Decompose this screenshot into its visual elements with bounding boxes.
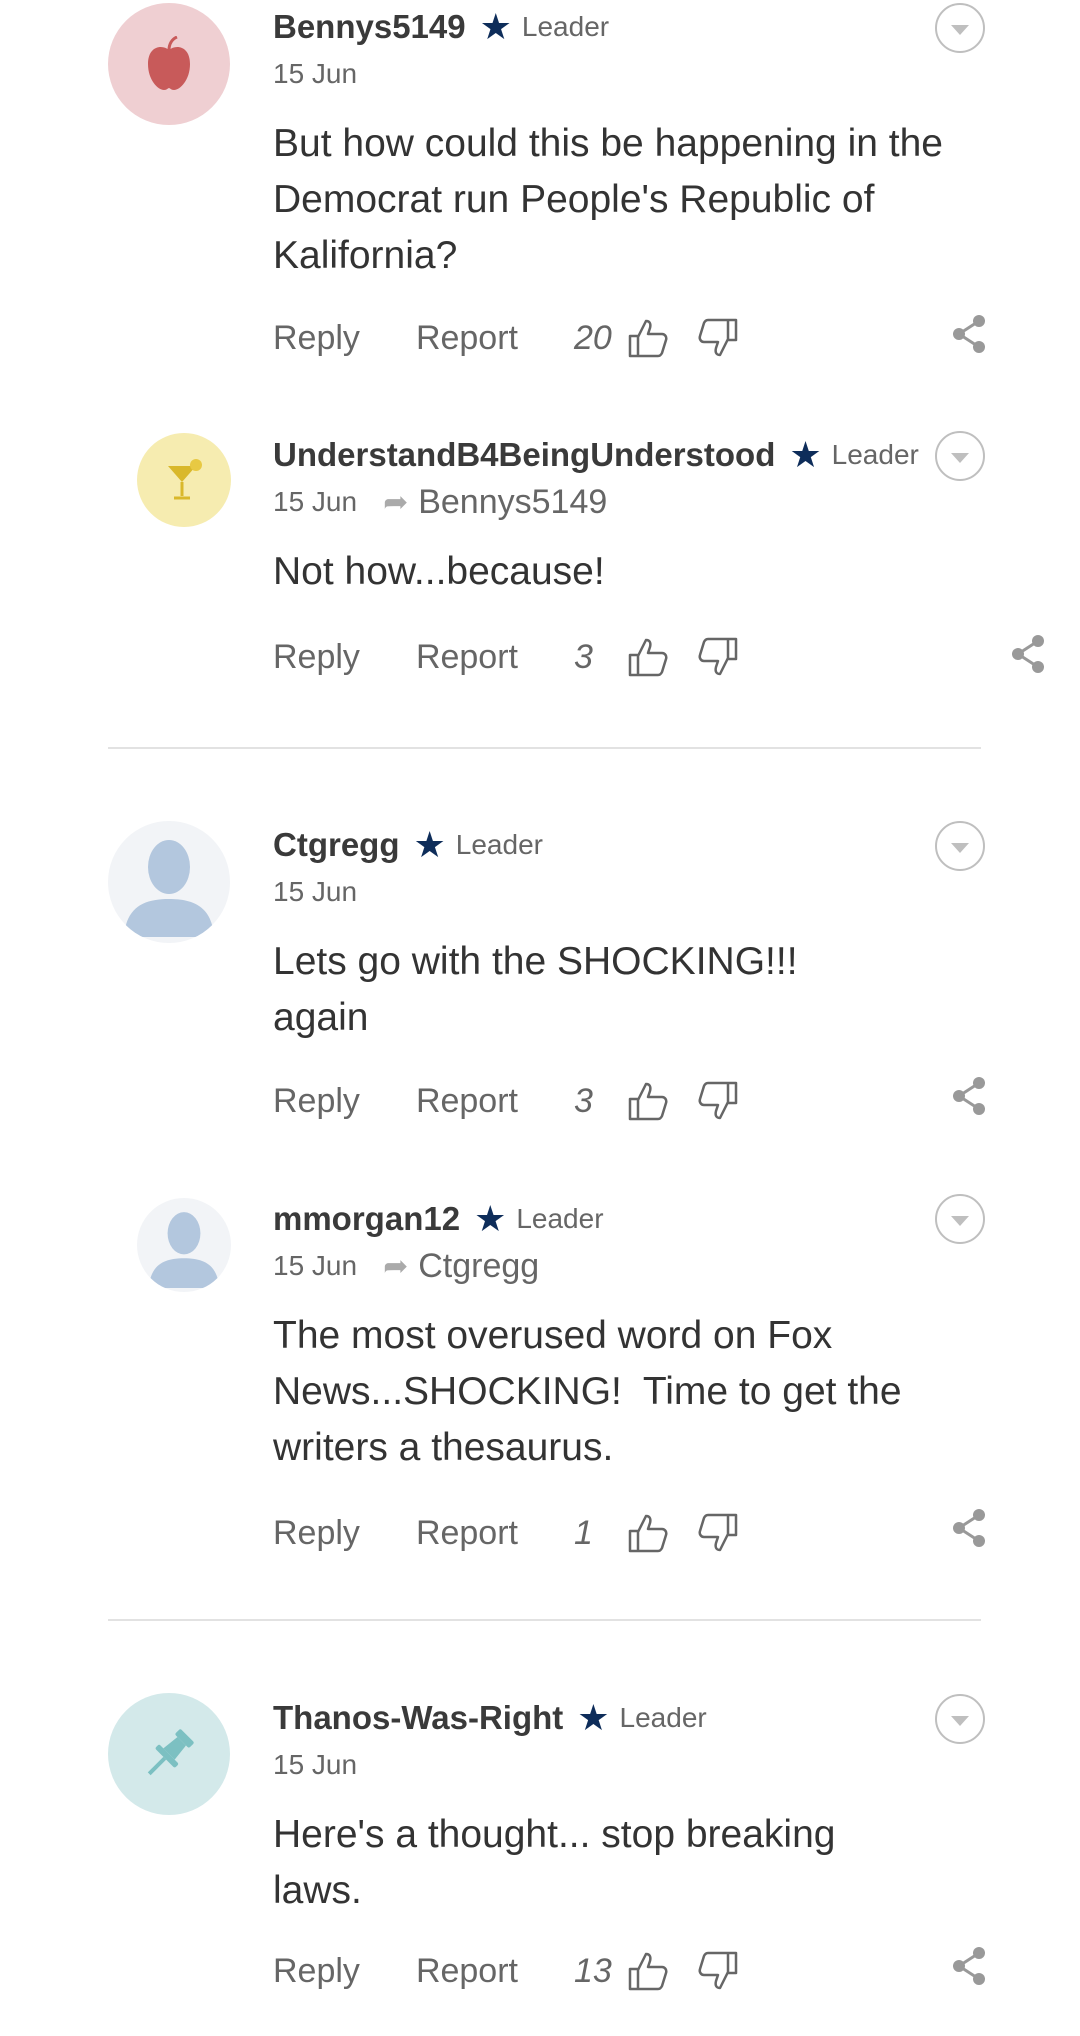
comment-text: But how could this be happening in the D…: [273, 122, 943, 277]
avatar[interactable]: [137, 1198, 231, 1292]
person-silhouette-icon: [148, 1212, 220, 1288]
comment-menu-button[interactable]: [935, 821, 985, 871]
comment-meta: 15 Jun ➦ Ctgregg: [273, 1246, 990, 1286]
share-icon[interactable]: [951, 314, 987, 354]
comment-actions: Reply Report 20: [273, 313, 766, 363]
thread-divider: [108, 1619, 981, 1621]
comment-actions: Reply Report 13: [273, 1946, 766, 1996]
thumbs-down-icon[interactable]: [696, 1079, 740, 1123]
comment-text: Here's a thought... stop breaking laws.: [273, 1813, 836, 1912]
comment-date: 15 Jun: [273, 1250, 358, 1281]
avatar[interactable]: [137, 433, 231, 527]
reply-button[interactable]: Reply: [273, 1082, 360, 1121]
report-button[interactable]: Report: [416, 638, 518, 677]
star-icon: ★: [479, 6, 512, 47]
like-count: 1: [574, 1513, 593, 1552]
thumbs-down-icon[interactable]: [696, 1949, 740, 1993]
person-silhouette-icon: [124, 840, 214, 937]
username[interactable]: Bennys5149: [273, 8, 466, 46]
user-role-badge: Leader: [619, 1702, 707, 1733]
comment-meta: 15 Jun: [273, 54, 990, 94]
comment-text: Not how...because!: [273, 550, 605, 593]
apple-icon: [148, 36, 190, 90]
cocktail-icon: [168, 459, 202, 500]
report-button[interactable]: Report: [416, 1514, 518, 1553]
chevron-down-icon: [951, 453, 969, 463]
comment-header: UnderstandB4BeingUnderstood ★ Leader: [273, 430, 990, 480]
reply-button[interactable]: Reply: [273, 638, 360, 677]
share-icon[interactable]: [951, 1946, 987, 1986]
like-count: 3: [574, 637, 593, 676]
comment-meta: 15 Jun: [273, 1745, 990, 1785]
username[interactable]: mmorgan12: [273, 1200, 460, 1238]
reply-to-user[interactable]: Bennys5149: [418, 483, 607, 522]
comment-date: 15 Jun: [273, 58, 358, 89]
thumbs-up-icon[interactable]: [626, 316, 670, 360]
comment-actions: Reply Report 3: [273, 1076, 766, 1126]
like-count: 20: [574, 318, 612, 357]
share-icon[interactable]: [1010, 634, 1046, 674]
user-role-badge: Leader: [455, 829, 543, 860]
comment-actions: Reply Report 1: [273, 1508, 766, 1558]
thread-divider: [108, 747, 981, 749]
comment-date: 15 Jun: [273, 876, 358, 907]
comment-date: 15 Jun: [273, 1749, 358, 1780]
thumbs-down-icon[interactable]: [696, 316, 740, 360]
comment-date: 15 Jun: [273, 486, 358, 517]
username[interactable]: Thanos-Was-Right: [273, 1699, 563, 1737]
comment-header: Ctgregg ★ Leader: [273, 820, 990, 870]
reply-button[interactable]: Reply: [273, 1952, 360, 1991]
reply-button[interactable]: Reply: [273, 319, 360, 358]
star-icon: ★: [577, 1697, 610, 1738]
star-icon: ★: [413, 824, 446, 865]
like-count: 3: [574, 1081, 593, 1120]
avatar[interactable]: [108, 821, 230, 943]
avatar[interactable]: [108, 3, 230, 125]
comment-meta: 15 Jun: [273, 872, 990, 912]
comment-header: mmorgan12 ★ Leader: [273, 1194, 990, 1244]
chevron-down-icon: [951, 25, 969, 35]
thumbs-down-icon[interactable]: [696, 635, 740, 679]
comment-meta: 15 Jun ➦ Bennys5149: [273, 482, 990, 522]
comment-actions: Reply Report 3: [273, 632, 766, 682]
username[interactable]: Ctgregg: [273, 826, 400, 864]
like-count: 13: [574, 1951, 612, 1990]
reply-to-user[interactable]: Ctgregg: [418, 1247, 539, 1286]
star-icon: ★: [789, 434, 822, 475]
share-icon[interactable]: [951, 1076, 987, 1116]
report-button[interactable]: Report: [416, 1952, 518, 1991]
thumbs-up-icon[interactable]: [626, 635, 670, 679]
reply-arrow-icon: ➦: [383, 1249, 409, 1283]
thumbs-up-icon[interactable]: [626, 1511, 670, 1555]
thumbs-down-icon[interactable]: [696, 1511, 740, 1555]
star-icon: ★: [474, 1198, 507, 1239]
chevron-down-icon: [951, 1216, 969, 1226]
comment-menu-button[interactable]: [935, 1194, 985, 1244]
comment-text: Lets go with the SHOCKING!!! again: [273, 940, 798, 1039]
share-icon[interactable]: [951, 1508, 987, 1548]
username[interactable]: UnderstandB4BeingUnderstood: [273, 436, 775, 474]
chevron-down-icon: [951, 843, 969, 853]
user-role-badge: Leader: [516, 1203, 604, 1234]
reply-arrow-icon: ➦: [383, 485, 409, 519]
user-role-badge: Leader: [831, 439, 919, 470]
comment-text: The most overused word on Fox News...SHO…: [273, 1314, 913, 1469]
thumbs-up-icon[interactable]: [626, 1079, 670, 1123]
thumbs-up-icon[interactable]: [626, 1949, 670, 1993]
comment-header: Bennys5149 ★ Leader: [273, 2, 990, 52]
pushpin-icon: [147, 1729, 194, 1776]
chevron-down-icon: [951, 1716, 969, 1726]
report-button[interactable]: Report: [416, 319, 518, 358]
reply-button[interactable]: Reply: [273, 1514, 360, 1553]
report-button[interactable]: Report: [416, 1082, 518, 1121]
user-role-badge: Leader: [521, 11, 610, 42]
comment-menu-button[interactable]: [935, 1694, 985, 1744]
comment-menu-button[interactable]: [935, 431, 985, 481]
comment-menu-button[interactable]: [935, 3, 985, 53]
comment-header: Thanos-Was-Right ★ Leader: [273, 1693, 990, 1743]
avatar[interactable]: [108, 1693, 230, 1815]
